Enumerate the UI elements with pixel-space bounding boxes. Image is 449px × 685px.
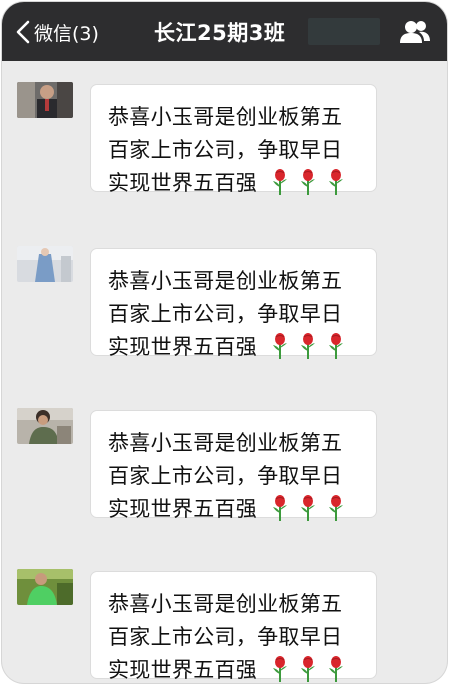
message-bubble[interactable]: 恭喜小玉哥是创业板第五百家上市公司，争取早日实现世界五百强 (90, 248, 377, 359)
rose-emoji (329, 656, 344, 682)
redaction-block (308, 18, 380, 45)
rose-emoji (329, 333, 344, 359)
avatar[interactable] (17, 408, 73, 444)
back-label: 微信(3) (34, 22, 99, 45)
message-bubble[interactable]: 恭喜小玉哥是创业板第五百家上市公司，争取早日实现世界五百强 (90, 410, 377, 521)
chat-title: 长江25期3班 (154, 21, 286, 45)
rose-emoji (273, 495, 288, 521)
rose-emoji (273, 333, 288, 359)
chat-area[interactable]: 恭喜小玉哥是创业板第五百家上市公司，争取早日实现世界五百强 恭喜小玉哥是创业板第… (2, 61, 447, 683)
rose-emoji-group (268, 495, 352, 521)
rose-emoji-group (268, 656, 352, 682)
message-bubble[interactable]: 恭喜小玉哥是创业板第五百家上市公司，争取早日实现世界五百强 (90, 84, 377, 195)
rose-emoji (329, 495, 344, 521)
rose-emoji (301, 495, 316, 521)
rose-emoji-group (268, 169, 352, 195)
message-bubble[interactable]: 恭喜小玉哥是创业板第五百家上市公司，争取早日实现世界五百强 (90, 571, 377, 682)
group-members-icon (400, 21, 430, 43)
rose-emoji (273, 656, 288, 682)
group-info-button[interactable] (399, 19, 431, 45)
rose-emoji (301, 656, 316, 682)
message-row: 恭喜小玉哥是创业板第五百家上市公司，争取早日实现世界五百强 (2, 246, 447, 366)
rose-emoji-group (268, 333, 352, 359)
message-row: 恭喜小玉哥是创业板第五百家上市公司，争取早日实现世界五百强 (2, 82, 447, 202)
message-row: 恭喜小玉哥是创业板第五百家上市公司，争取早日实现世界五百强 (2, 408, 447, 528)
chevron-left-icon (16, 20, 30, 44)
navigation-bar: 微信(3) 长江25期3班 (2, 2, 447, 61)
avatar[interactable] (17, 569, 73, 605)
rose-emoji (273, 169, 288, 195)
rose-emoji (301, 169, 316, 195)
avatar[interactable] (17, 82, 73, 118)
back-button[interactable]: 微信(3) (16, 16, 99, 48)
message-row: 恭喜小玉哥是创业板第五百家上市公司，争取早日实现世界五百强 (2, 569, 447, 683)
rose-emoji (329, 169, 344, 195)
phone-frame: 微信(3) 长江25期3班 恭喜小玉哥是创业板第五百家上市公司，争取早日实现世界… (2, 2, 447, 683)
avatar[interactable] (17, 246, 73, 282)
rose-emoji (301, 333, 316, 359)
